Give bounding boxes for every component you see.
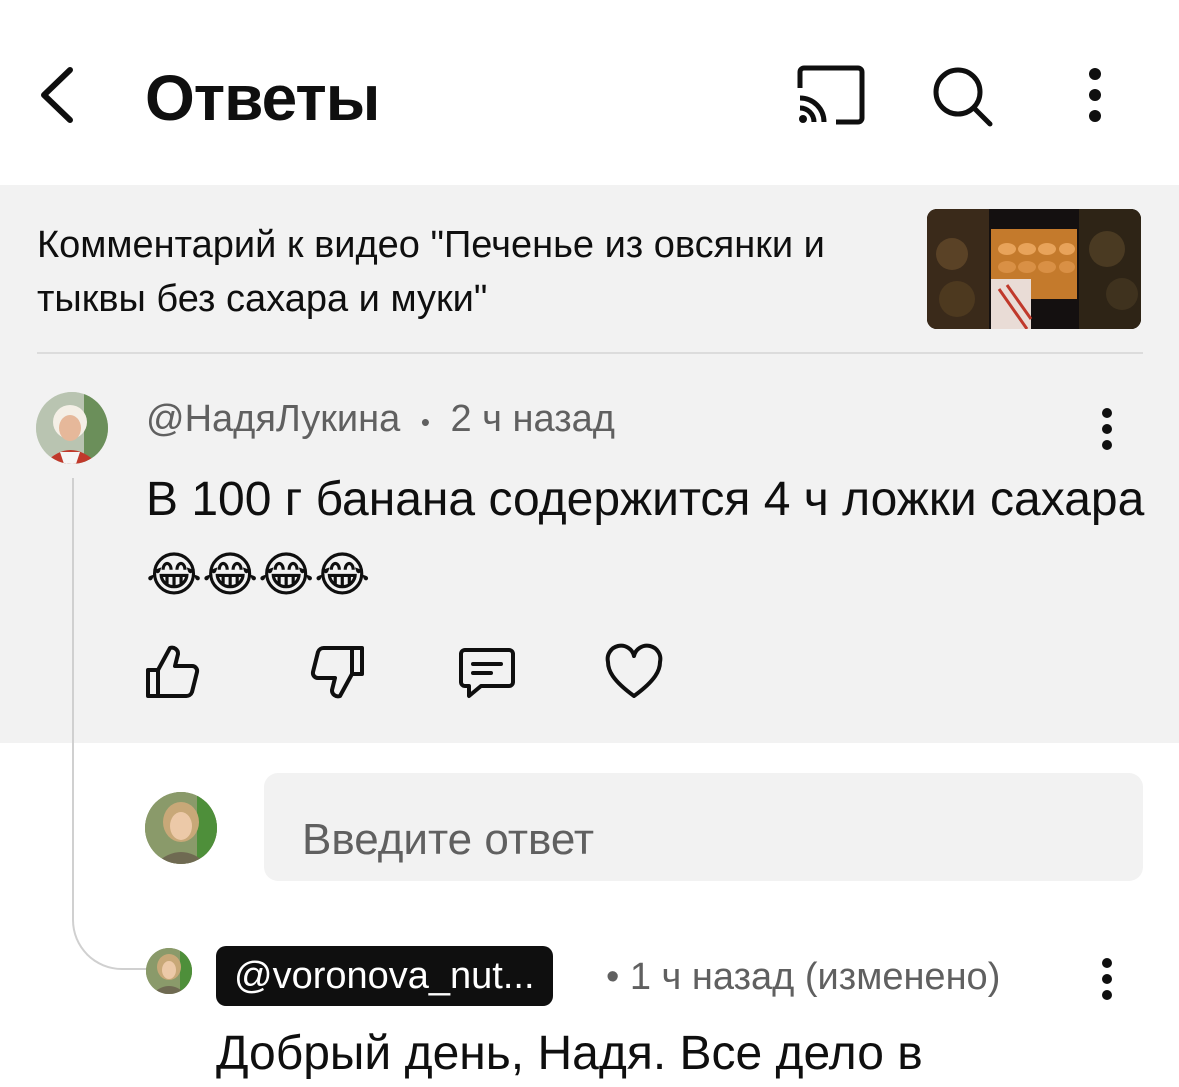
reply-more-button[interactable] [1092,955,1122,1005]
avatar[interactable] [36,392,108,464]
thumbs-down-icon [310,646,364,699]
dislike-button[interactable] [306,640,370,704]
video-thumbnail[interactable] [927,209,1141,329]
meta-separator: • [420,407,430,437]
video-thumbnail-image [927,209,1141,329]
more-vertical-icon [1102,958,1112,1000]
page-title: Ответы [145,62,380,134]
video-context-text: Комментарий к видео "Печенье из овсянки … [37,224,825,320]
comment-time: 2 ч назад [450,398,615,440]
reply-meta: • 1 ч назад (изменено) [606,956,1001,998]
avatar-image [146,948,192,994]
chevron-left-icon [41,67,73,123]
reply-button[interactable] [455,640,519,704]
more-options-button[interactable] [1075,60,1115,130]
heart-button[interactable] [602,640,666,704]
comment-more-button[interactable] [1092,405,1122,455]
top-app-bar: Ответы [0,0,1179,185]
comment-meta: @НадяЛукина • 2 ч назад [146,395,615,446]
avatar-image [36,392,108,464]
author-handle-badge[interactable]: @voronova_nut... [216,946,553,1006]
search-icon [933,67,993,127]
avatar[interactable] [146,948,192,994]
thumbs-up-icon [146,645,200,698]
cast-button[interactable] [790,60,870,130]
back-button[interactable] [30,60,90,130]
comment-author[interactable]: @НадяЛукина [146,398,400,440]
avatar-image [145,792,217,864]
comment-text: В 100 г банана содержится 4 ч ложки саха… [146,473,1145,602]
reply-text: Добрый день, Надя. Все дело в [216,1027,923,1080]
heart-icon [605,643,663,698]
reply-input[interactable] [264,773,1143,881]
more-vertical-icon [1089,68,1101,122]
search-button[interactable] [920,60,1000,130]
comment-icon [459,648,515,698]
thread-connector-line [72,478,146,970]
more-vertical-icon [1102,408,1112,450]
like-button[interactable] [140,640,204,704]
cast-icon [797,65,865,125]
current-user-avatar [145,792,217,864]
divider [37,352,1143,354]
